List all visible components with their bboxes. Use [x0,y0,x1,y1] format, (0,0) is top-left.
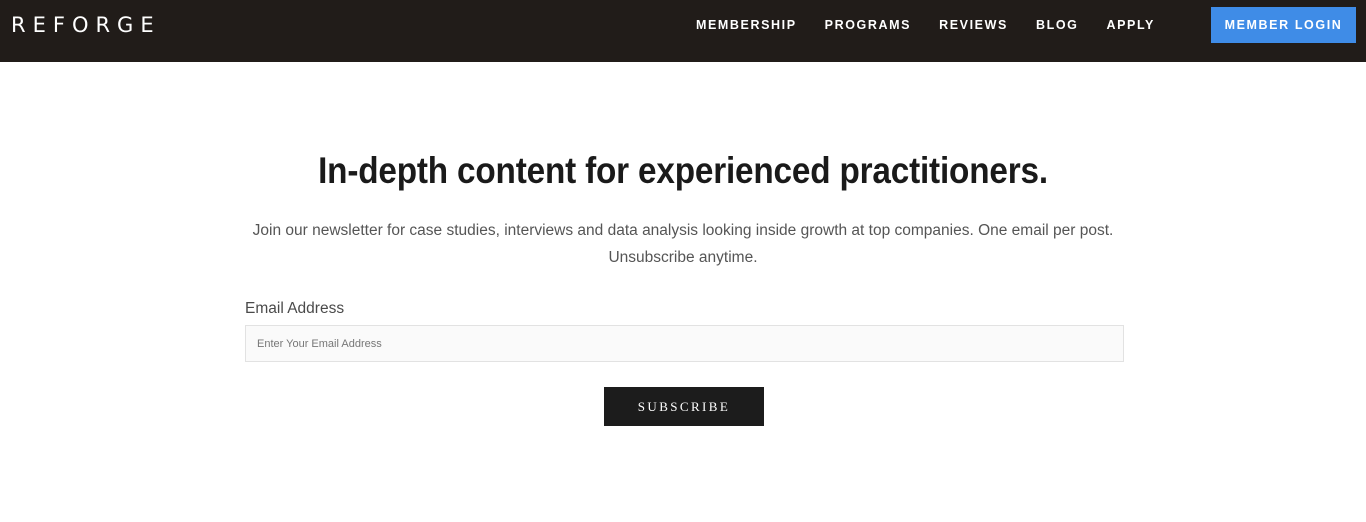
page-headline: In-depth content for experienced practit… [318,150,1048,191]
email-field[interactable] [245,325,1124,362]
nav-link-apply[interactable]: APPLY [1106,18,1155,32]
newsletter-description: Join our newsletter for case studies, in… [252,222,1114,266]
nav-link-membership[interactable]: MEMBERSHIP [696,18,797,32]
subscribe-button[interactable]: SUBSCRIBE [604,387,764,426]
nav-link-reviews[interactable]: REVIEWS [939,18,1008,32]
main-nav: MEMBERSHIP PROGRAMS REVIEWS BLOG APPLY [696,0,1183,50]
email-field-label: Email Address [245,300,345,317]
member-login-button[interactable]: MEMBER LOGIN [1211,7,1356,43]
nav-link-blog[interactable]: BLOG [1036,18,1079,32]
top-navigation-bar: REFORGE MEMBERSHIP PROGRAMS REVIEWS BLOG… [0,0,1366,62]
reforge-logo[interactable]: REFORGE [11,13,161,37]
nav-link-programs[interactable]: PROGRAMS [825,18,911,32]
